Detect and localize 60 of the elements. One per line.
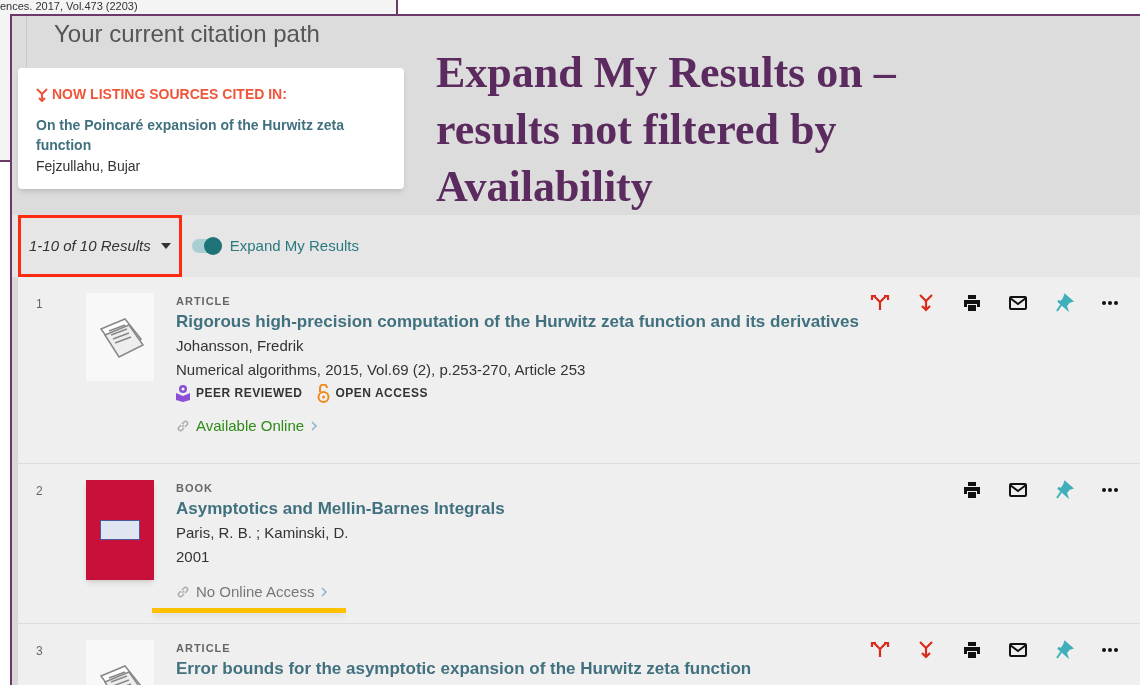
cited-arrow-icon (36, 87, 48, 102)
print-button[interactable] (962, 293, 982, 313)
email-button[interactable] (1008, 293, 1028, 313)
result-type: ARTICLE (176, 641, 232, 656)
print-button[interactable] (962, 640, 982, 660)
more-icon (1101, 301, 1119, 305)
print-icon (962, 480, 982, 500)
result-title-link[interactable]: Rigorous high-precision computation of the Hurwitz zeta function and its derivatives (176, 309, 870, 334)
print-icon (962, 640, 982, 660)
result-title-link[interactable]: Error bounds for the asymptotic expansion of the Hurwitz zeta function (176, 656, 870, 681)
cited-arrow-button[interactable] (916, 640, 936, 660)
more-icon (1101, 648, 1119, 652)
email-button[interactable] (1008, 640, 1028, 660)
annotation-text: Expand My Results on – results not filtered by Availability (435, 47, 897, 213)
print-button[interactable] (962, 480, 982, 500)
citing-arrows-icon (870, 293, 890, 313)
open-lock-icon (316, 383, 330, 403)
cited-arrow-icon (916, 640, 936, 660)
cited-arrow-button[interactable] (916, 293, 936, 313)
email-icon (1008, 480, 1028, 500)
panel-title: Your current citation path (54, 19, 320, 49)
result-type: BOOK (176, 481, 214, 496)
result-detail: Numerical algorithms, 2015, Vol.69 (2), p.253-270, Article 253 (176, 359, 587, 380)
more-icon (1101, 488, 1119, 492)
result-type: ARTICLE (176, 294, 232, 309)
expand-toggle[interactable]: Expand My Results (191, 234, 359, 258)
toggle-switch[interactable] (191, 239, 222, 253)
result-number: 1 (36, 296, 44, 313)
result-title-link[interactable]: Asymptotics and Mellin-Barnes Integrals (176, 496, 962, 521)
link-icon (176, 584, 190, 599)
availability-link[interactable]: Available Online (176, 414, 319, 437)
email-button[interactable] (1008, 480, 1028, 500)
chevron-icon (310, 419, 319, 432)
result-number: 2 (36, 483, 44, 500)
availability-link[interactable]: No Online Access (176, 580, 329, 603)
cited-in-label: NOW LISTING SOURCES CITED IN: (52, 85, 287, 104)
result-detail: Johansson, Fredrik (176, 335, 305, 356)
background-text: ences. 2017, Vol.473 (2203) (0, 0, 138, 13)
peer-reviewed-icon (176, 384, 190, 402)
chevron-icon (320, 585, 329, 598)
pin-icon (1054, 480, 1074, 500)
citing-arrows-button[interactable] (870, 293, 890, 313)
source-author: Fejzullahu, Bujar (36, 157, 142, 176)
cited-arrow-icon (916, 293, 936, 313)
email-icon (1008, 293, 1028, 313)
badge-label: OPEN ACCESS (335, 385, 428, 402)
pin-icon (1054, 640, 1074, 660)
source-title-link[interactable]: On the Poincaré expansion of the Hurwitz zeta function (36, 115, 386, 155)
email-icon (1008, 640, 1028, 660)
pin-icon (1054, 293, 1074, 313)
print-icon (962, 293, 982, 313)
badge-label: PEER REVIEWED (196, 385, 303, 402)
result-detail: Paris, R. B. ; Kaminski, D. (176, 522, 350, 543)
caret-icon (160, 243, 171, 249)
link-icon (176, 418, 190, 433)
result-detail: 2001 (176, 546, 211, 567)
result-number: 3 (36, 643, 44, 660)
citing-arrows-icon (870, 640, 890, 660)
citing-arrows-button[interactable] (870, 640, 890, 660)
results-count-dropdown[interactable]: 1-10 of 10 Results (18, 215, 182, 277)
